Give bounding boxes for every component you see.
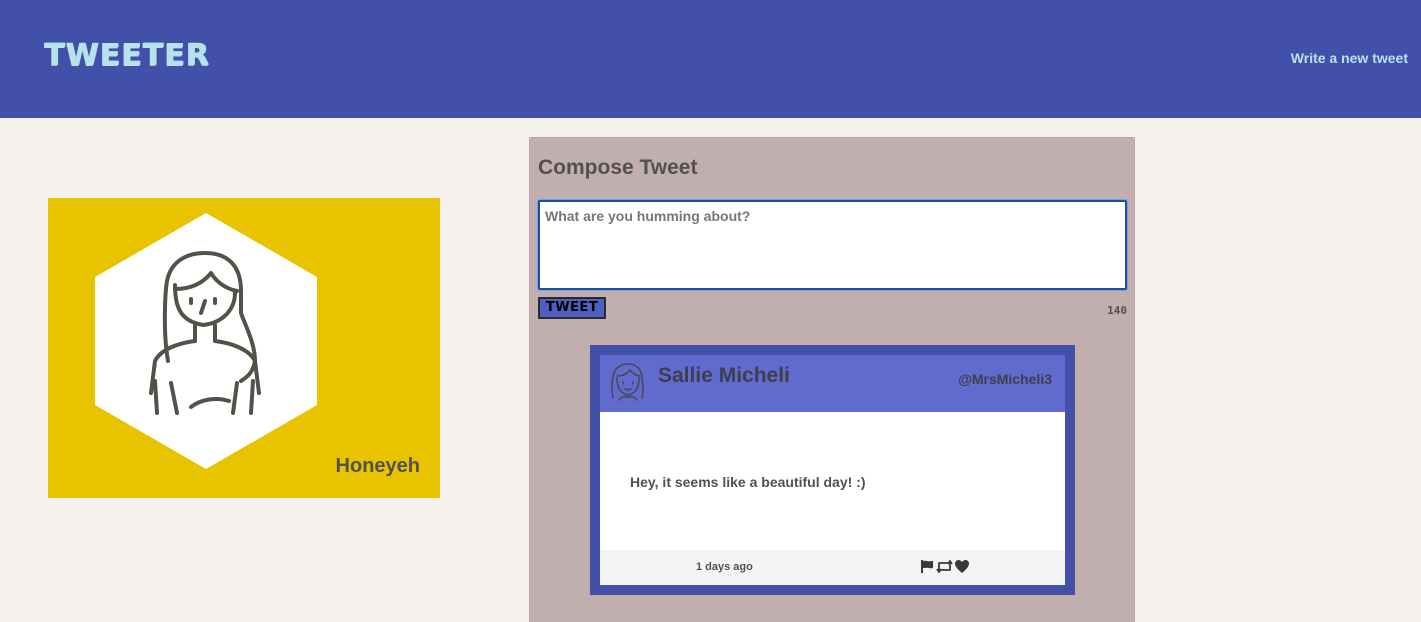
- tweet-body: Hey, it seems like a beautiful day! :): [600, 412, 1065, 550]
- tweet-footer: 1 days ago: [600, 550, 1065, 585]
- tweet-button[interactable]: TWEET: [538, 297, 606, 319]
- main-panel: Compose Tweet TWEET 140 Sallie Micheli @…: [529, 137, 1135, 622]
- tweet-actions: [920, 559, 970, 574]
- tweet-author-handle: @MrsMicheli3: [958, 371, 1052, 387]
- tweet-timestamp: 1 days ago: [696, 561, 753, 573]
- write-new-tweet-link[interactable]: Write a new tweet: [1291, 50, 1408, 66]
- tweet-card: Sallie Micheli @MrsMicheli3 Hey, it seem…: [590, 345, 1075, 595]
- profile-avatar: [95, 213, 317, 469]
- profile-name: Honeyeh: [335, 455, 420, 477]
- top-nav: TWEETER Write a new tweet: [0, 0, 1421, 118]
- heart-icon[interactable]: [954, 559, 970, 574]
- tweet-author-name: Sallie Micheli: [658, 364, 790, 387]
- tweet-input[interactable]: [538, 200, 1127, 290]
- retweet-icon[interactable]: [936, 559, 953, 574]
- char-counter: 140: [1107, 304, 1127, 317]
- flag-icon[interactable]: [920, 559, 935, 574]
- compose-title: Compose Tweet: [538, 156, 698, 179]
- app-logo[interactable]: TWEETER: [44, 38, 210, 73]
- tweet-header: Sallie Micheli @MrsMicheli3: [600, 355, 1065, 412]
- profile-card: Honeyeh: [48, 198, 440, 498]
- tweet-text: Hey, it seems like a beautiful day! :): [630, 474, 866, 490]
- tweet-avatar-icon: [611, 363, 644, 401]
